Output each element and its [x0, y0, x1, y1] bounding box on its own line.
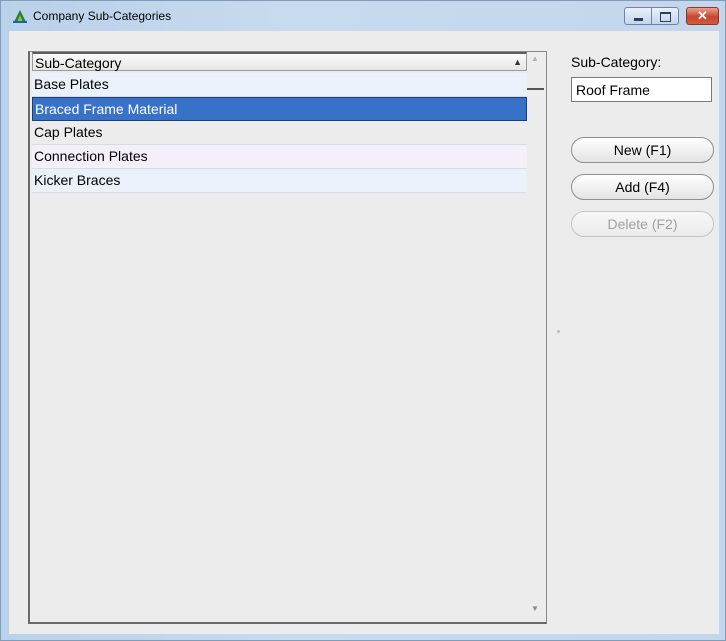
row-label: Braced Frame Material [35, 101, 178, 117]
app-logo-icon [13, 10, 27, 23]
close-button[interactable]: ✕ [686, 7, 719, 25]
minimize-button[interactable] [624, 7, 652, 25]
client-area: Sub-Category ▲ Base Plates Braced Frame … [9, 31, 719, 634]
table-row[interactable]: Connection Plates [32, 145, 527, 169]
delete-button[interactable]: Delete (F2) [571, 211, 714, 237]
column-header-subcategory[interactable]: Sub-Category ▲ [32, 52, 527, 71]
sort-ascending-icon: ▲ [513, 57, 522, 67]
subcategory-field-label: Sub-Category: [571, 54, 662, 70]
subcategory-grid[interactable]: Sub-Category ▲ Base Plates Braced Frame … [28, 51, 547, 624]
scroll-thumb[interactable] [527, 70, 544, 90]
add-button[interactable]: Add (F4) [571, 174, 714, 200]
table-row-selected[interactable]: Braced Frame Material [32, 97, 527, 121]
row-label: Base Plates [34, 76, 109, 92]
maximize-button[interactable] [652, 7, 679, 25]
subcategory-input[interactable] [571, 77, 712, 102]
table-row[interactable]: Base Plates [32, 73, 527, 97]
maximize-icon [660, 12, 671, 22]
row-label: Kicker Braces [34, 172, 121, 188]
splitter-handle[interactable] [557, 330, 560, 333]
table-row[interactable]: Kicker Braces [32, 169, 527, 193]
row-label: Cap Plates [34, 124, 103, 140]
app-window: Company Sub-Categories ✕ Sub-Category ▲ … [0, 0, 726, 641]
title-bar[interactable]: Company Sub-Categories ✕ [1, 1, 725, 31]
scroll-up-arrow-icon[interactable]: ▲ [531, 54, 539, 63]
window-title: Company Sub-Categories [33, 9, 172, 23]
close-icon: ✕ [697, 8, 708, 23]
table-row[interactable]: Cap Plates [32, 121, 527, 145]
vertical-scrollbar[interactable]: ▲ ▼ [527, 52, 545, 621]
column-header-label: Sub-Category [35, 55, 122, 71]
scroll-down-arrow-icon[interactable]: ▼ [531, 604, 539, 613]
new-button[interactable]: New (F1) [571, 137, 714, 163]
minimize-icon [634, 18, 643, 21]
row-label: Connection Plates [34, 148, 148, 164]
